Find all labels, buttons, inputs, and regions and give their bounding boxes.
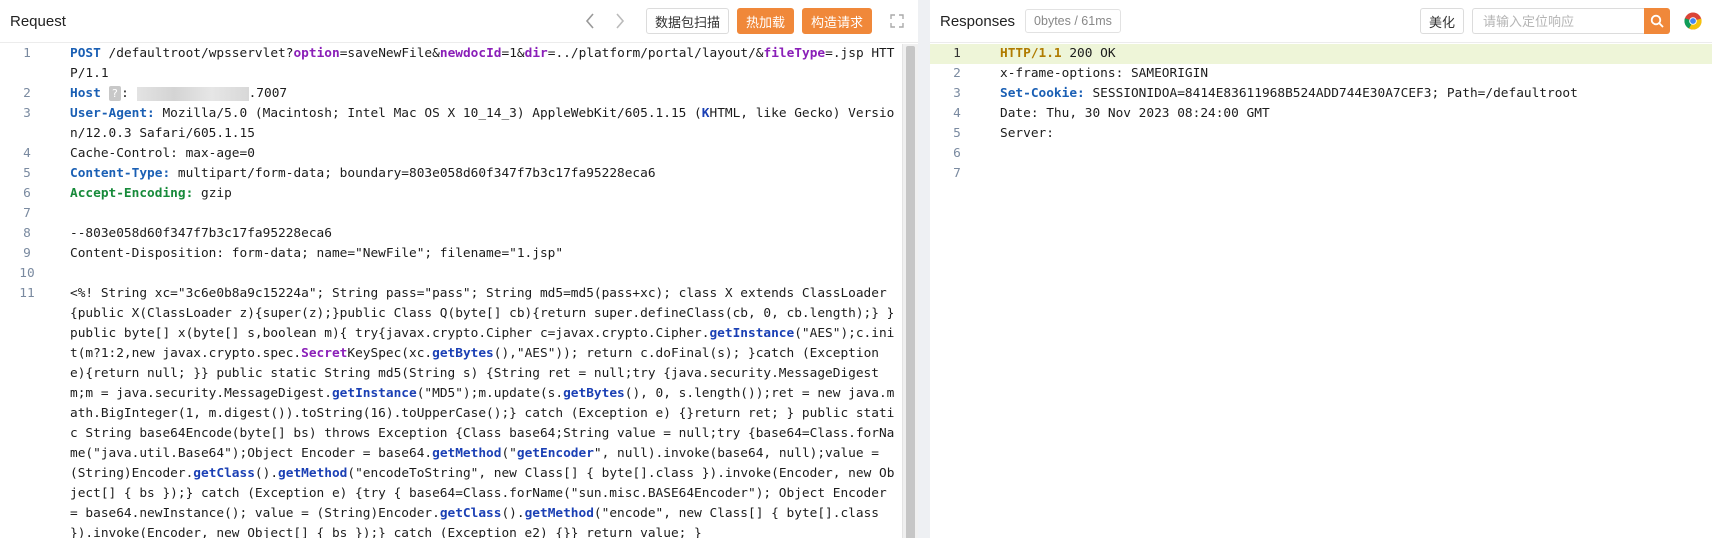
code-line: 1 HTTP/1.1 200 OK (930, 44, 1712, 64)
response-editor[interactable]: 1 HTTP/1.1 200 OK 2 x-frame-options: SAM… (930, 44, 1712, 538)
code-line: 5 Content-Type: multipart/form-data; bou… (23, 166, 656, 181)
redacted-host (136, 86, 249, 101)
request-toolbar: Request 数据包扫描 热加载 构造请求 (0, 0, 918, 43)
code-line: 7 (953, 166, 961, 181)
chevron-right-icon[interactable] (608, 9, 632, 33)
panel-divider[interactable] (918, 0, 930, 538)
host-hint-badge: ? (108, 86, 122, 101)
request-panel: Request 数据包扫描 热加载 构造请求 1 POST /defaultro… (0, 0, 918, 538)
response-title: Responses (940, 12, 1016, 30)
code-line: 5 Server: (953, 126, 1054, 141)
response-panel: Responses 0bytes / 61ms 美化 1 HTTP/ (930, 0, 1712, 538)
beautify-button[interactable]: 美化 (1419, 8, 1464, 34)
request-editor[interactable]: 1 POST /defaultroot/wpsservlet?option=sa… (0, 44, 902, 538)
code-line: 3 User-Agent: Mozilla/5.0 (Macintosh; In… (23, 106, 895, 141)
chrome-icon[interactable] (1684, 12, 1702, 30)
code-line: 6 Accept-Encoding: gzip (23, 186, 232, 201)
code-line: 2 Host ?: .7007 (23, 86, 288, 101)
code-line: 11 <%! String xc="3c6e0b8a9c15224a"; Str… (19, 286, 895, 538)
request-scrollbar[interactable] (902, 44, 918, 538)
locate-search (1472, 8, 1670, 34)
code-line: 6 (953, 146, 961, 161)
search-icon[interactable] (1644, 8, 1670, 34)
request-scroll-thumb[interactable] (906, 46, 915, 538)
code-line: 8 --803e058d60f347f7b3c17fa95228eca6 (23, 226, 332, 241)
code-line: 9 Content-Disposition: form-data; name="… (23, 246, 564, 261)
hot-load-button[interactable]: 热加载 (736, 8, 794, 34)
code-line: 7 (23, 206, 31, 221)
code-line: 10 (19, 266, 35, 281)
expand-icon[interactable] (886, 10, 908, 32)
locate-response-input[interactable] (1472, 8, 1644, 34)
code-line: 3 Set-Cookie: SESSIONIDOA=8414E83611968B… (953, 86, 1578, 101)
request-title: Request (10, 12, 66, 30)
code-line: 4 Date: Thu, 30 Nov 2023 08:24:00 GMT (953, 106, 1270, 121)
code-line: 4 Cache-Control: max-age=0 (23, 146, 255, 161)
code-line: 1 POST /defaultroot/wpsservlet?option=sa… (23, 46, 895, 81)
response-toolbar: Responses 0bytes / 61ms 美化 (930, 0, 1712, 43)
response-size-badge: 0bytes / 61ms (1025, 9, 1121, 33)
build-request-button[interactable]: 构造请求 (801, 8, 872, 34)
code-line: 2 x-frame-options: SAMEORIGIN (953, 66, 1209, 81)
chevron-left-icon[interactable] (578, 9, 602, 33)
packet-scan-button[interactable]: 数据包扫描 (645, 8, 729, 34)
